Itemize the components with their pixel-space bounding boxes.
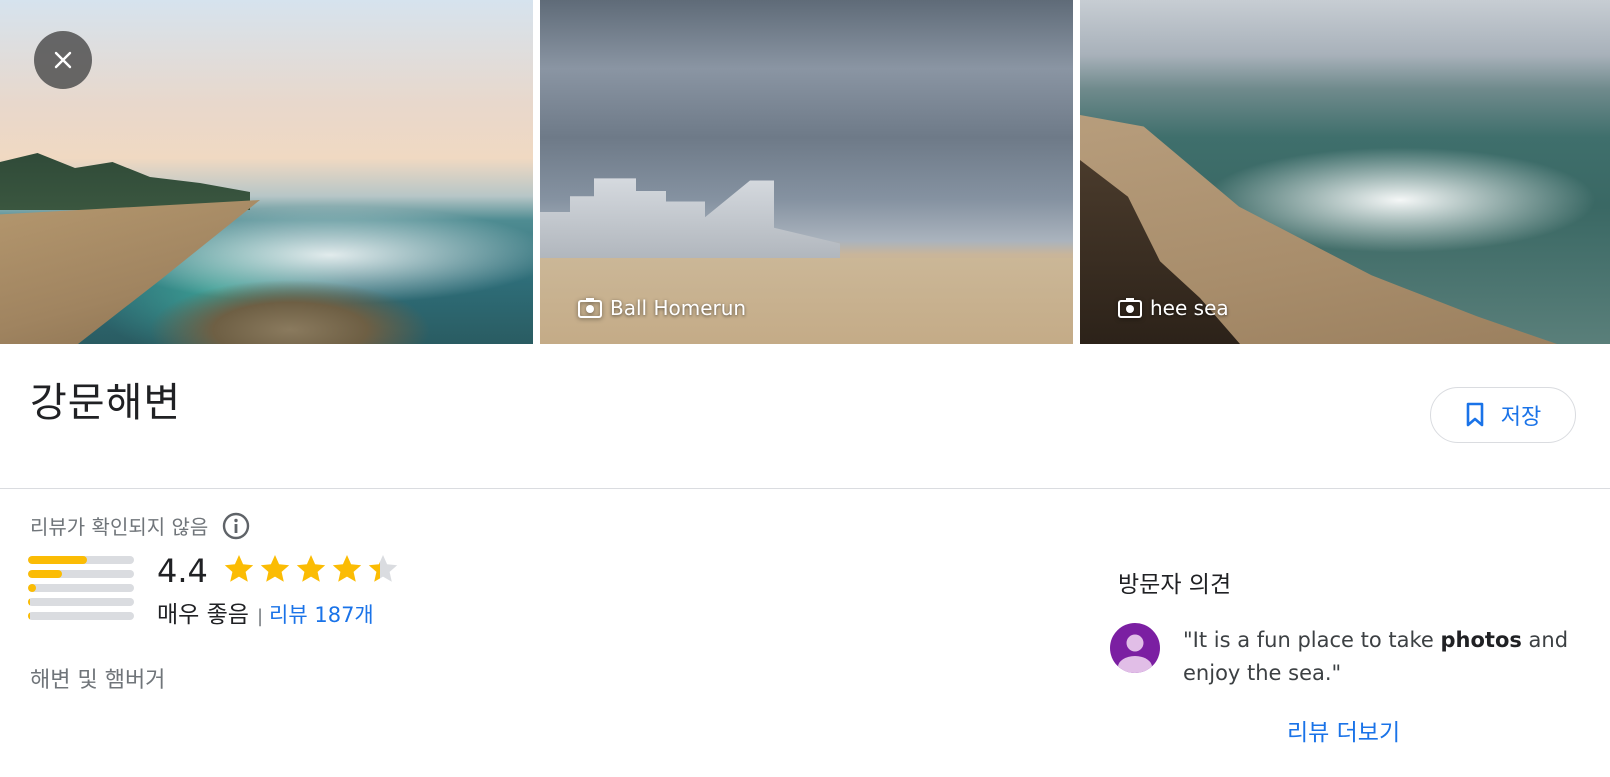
close-button[interactable] — [34, 31, 92, 89]
place-category: 해변 및 햄버거 — [30, 668, 166, 693]
rating-stars — [223, 553, 399, 585]
photo-caption-text: Ball Homerun — [610, 296, 747, 320]
rating-bar-fill — [28, 570, 62, 578]
camera-icon — [578, 298, 602, 318]
more-reviews-link[interactable]: 리뷰 더보기 — [1287, 713, 1400, 747]
bookmark-icon — [1466, 402, 1484, 427]
rating-bar-fill — [28, 612, 31, 620]
reviews-count-link[interactable]: 리뷰 187개 — [269, 599, 374, 629]
unverified-reviews-text: 리뷰가 확인되지 않음 — [30, 515, 209, 539]
save-button-label: 저장 — [1500, 405, 1542, 430]
star-icon — [332, 555, 362, 582]
rating-bar-fill — [28, 584, 37, 592]
star-icon — [368, 555, 398, 582]
person-icon — [1118, 634, 1152, 673]
place-title: 강문해변 — [30, 380, 182, 426]
star-icon — [296, 555, 326, 582]
rating-summary: 매우 좋음 | 리뷰 187개 — [157, 595, 374, 629]
visitor-opinions-title: 방문자 의견 — [1118, 572, 1232, 598]
rating-distribution — [28, 556, 134, 626]
rating-bar-2 — [28, 598, 134, 606]
photo-caption: Ball Homerun — [578, 296, 746, 320]
visitor-quote: "It is a fun place to take photos and en… — [1183, 624, 1583, 690]
rating-bar-3 — [28, 584, 134, 592]
camera-icon — [1118, 298, 1142, 318]
photo-hee-sea[interactable]: hee sea — [1080, 0, 1610, 344]
close-icon — [54, 51, 72, 69]
avatar — [1110, 623, 1160, 673]
unverified-reviews-note: 리뷰가 확인되지 않음 — [30, 511, 250, 540]
quote-highlight: photos — [1440, 628, 1522, 652]
rating-bar-1 — [28, 612, 134, 620]
photo-caption: hee sea — [1118, 296, 1229, 320]
rating-bar-5 — [28, 556, 134, 564]
star-icon — [224, 555, 254, 582]
rating-bar-fill — [28, 598, 31, 606]
star-icon — [260, 555, 290, 582]
photo-sand — [0, 200, 260, 344]
rating-bar-fill — [28, 556, 88, 564]
divider — [0, 488, 1610, 489]
photo-trees — [0, 153, 250, 210]
info-icon[interactable] — [222, 512, 250, 540]
save-button[interactable]: 저장 — [1430, 387, 1576, 443]
photo-ball-homerun[interactable]: Ball Homerun — [540, 0, 1073, 344]
photo-gallery: Ball Homerun hee sea — [0, 0, 1610, 344]
rating-label: 매우 좋음 — [157, 602, 249, 628]
photo-caption-text: hee sea — [1150, 296, 1229, 320]
rating-score: 4.4 — [157, 552, 208, 590]
quote-text-start: "It is a fun place to take — [1183, 628, 1441, 652]
rating-bar-4 — [28, 570, 134, 578]
separator: | — [256, 606, 264, 627]
